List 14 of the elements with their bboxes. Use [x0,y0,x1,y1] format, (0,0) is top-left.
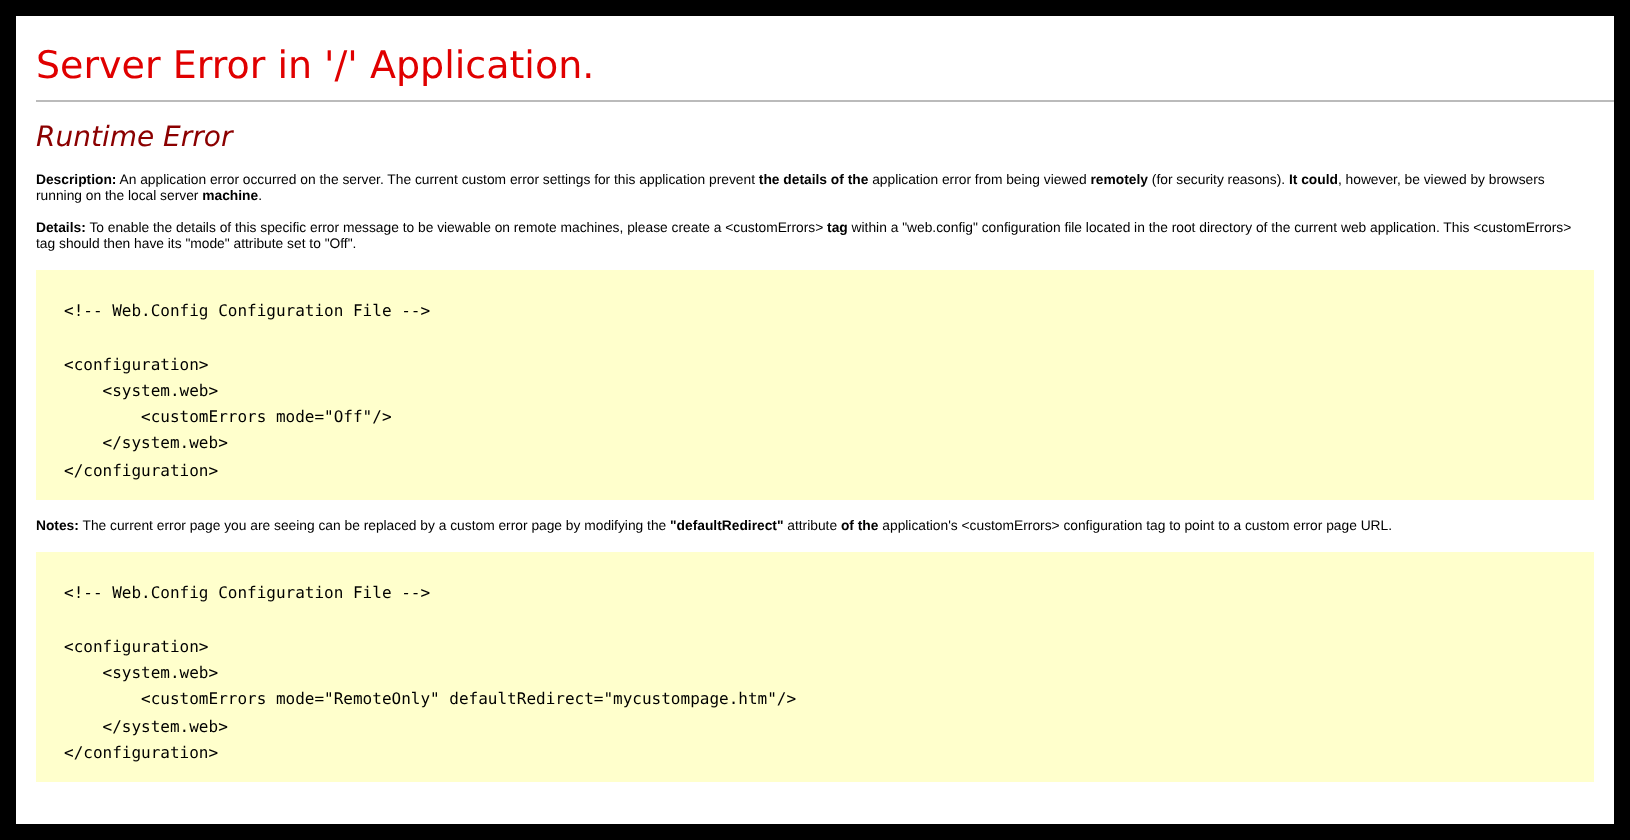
code-line: <customErrors mode="Off"/> [139,406,392,431]
code-comment: <!-- Web.Config Configuration File --> [64,300,431,324]
code-comment: <!-- Web.Config Configuration File --> [64,582,431,607]
code-line: </configuration> [64,459,219,484]
error-heading: Runtime Error [36,120,236,158]
page-title: Server Error in '/' Application. [36,42,597,92]
code-line: </system.web> [100,432,228,457]
code-line: <system.web> [100,379,219,404]
code-line: <customErrors mode="RemoteOnly" defaultRedirect="mycustompage.htm"/> [139,688,797,713]
code-line: </system.web> [100,715,228,740]
code-line: <configuration> [64,635,209,660]
code-line: </configuration> [64,741,219,766]
code-line: <configuration> [64,353,209,378]
code-line: <system.web> [100,661,219,686]
